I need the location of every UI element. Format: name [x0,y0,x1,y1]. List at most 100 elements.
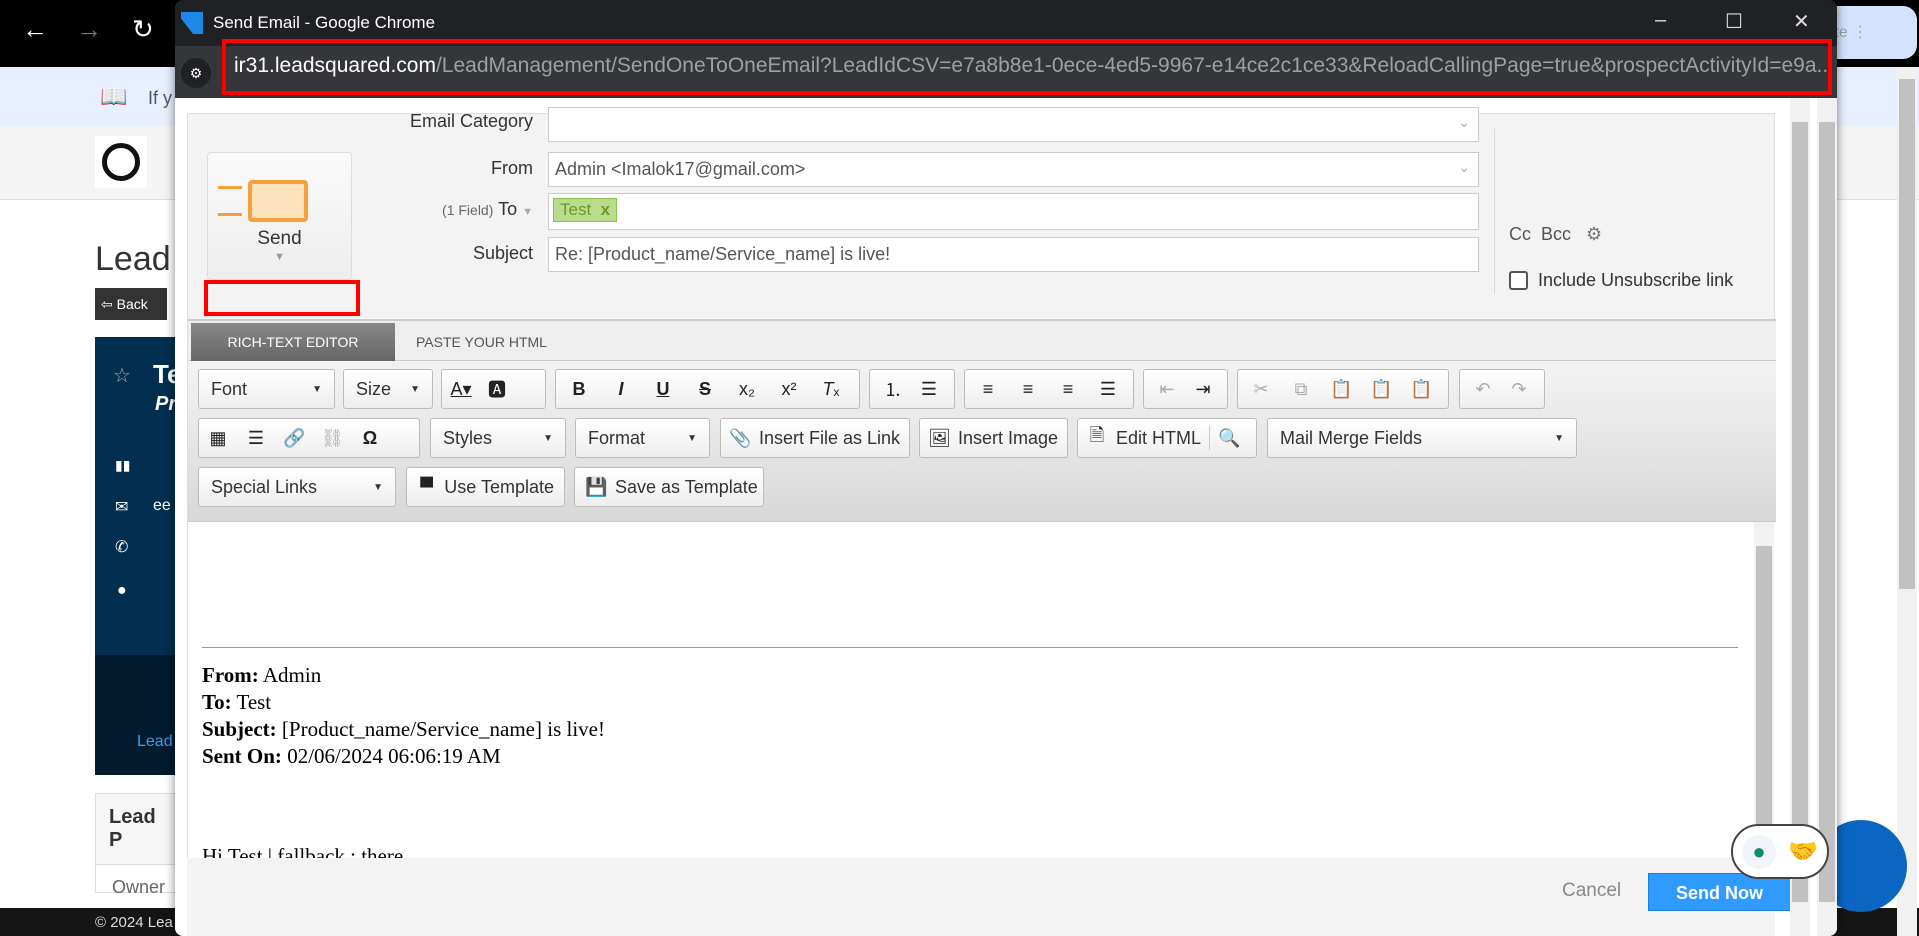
bold-icon[interactable]: B [568,379,590,400]
page-scrollbar[interactable] [1897,67,1917,936]
preview-icon[interactable]: 🔍 [1218,428,1240,449]
app-logo[interactable] [95,136,147,188]
from-label: From [491,158,533,178]
copy-icon[interactable]: ⧉ [1290,379,1312,400]
cc-link[interactable]: Cc [1509,224,1531,244]
justify-icon[interactable]: ☰ [1097,379,1119,400]
lead-email: ee [153,497,171,514]
underline-icon[interactable]: U [652,379,674,400]
italic-icon[interactable]: I [610,379,632,400]
numbered-list-icon[interactable]: ⒈ [882,376,904,402]
forward-nav-icon[interactable]: → [76,14,102,45]
editor-scrollbar[interactable] [1754,522,1774,859]
editor-tabs: RICH-TEXT EDITOR PASTE YOUR HTML [188,319,1776,361]
format-select[interactable]: Format ▼ [575,418,710,458]
email-body-editor[interactable]: From: Admin To: Test Subject: [Product_n… [188,521,1776,859]
text-color-icon[interactable]: A▾ [450,379,472,400]
paste-word-icon[interactable]: 📋 [1410,379,1432,400]
superscript-icon[interactable]: x² [778,379,800,400]
remove-format-icon[interactable]: Tₓ [820,379,842,400]
save-icon: 💾 [585,476,608,497]
subscript-icon[interactable]: x₂ [736,379,758,400]
subject-input[interactable]: Re: [Product_name/Service_name] is live! [548,237,1479,272]
handshake-icon[interactable]: 🤝 [1788,837,1818,866]
background-color-icon[interactable]: 🅰 [486,376,508,402]
align-right-icon[interactable]: ≡ [1057,379,1079,400]
styles-select[interactable]: Styles ▼ [430,418,566,458]
owner-label: Owner [112,877,166,897]
html-file-icon[interactable]: 🗎 [1086,423,1108,453]
to-value: Test [236,690,272,714]
close-icon[interactable]: ✕ [1793,9,1810,34]
align-left-icon[interactable]: ≡ [977,379,999,400]
insert-image-button[interactable]: 🖼 Insert Image [919,418,1068,458]
tab-paste-html[interactable]: PASTE YOUR HTML [416,323,547,361]
unsubscribe-label: Include Unsubscribe link [1538,270,1734,290]
link-icon[interactable]: 🔗 [283,428,305,449]
unlink-icon[interactable]: ⛓ [321,428,344,449]
insert-file-link-button[interactable]: 📎 Insert File as Link [720,418,910,458]
special-char-icon[interactable]: Ω [359,428,381,449]
divider [1494,129,1495,294]
chevron-down-icon: ⌄ [1458,159,1470,175]
size-select[interactable]: Size ▼ [343,369,433,409]
use-template-button[interactable]: ▀ Use Template [406,467,565,507]
bcc-link[interactable]: Bcc [1541,224,1571,244]
unsubscribe-checkbox[interactable] [1509,271,1528,290]
horizontal-line-icon[interactable]: ☰ [245,428,267,449]
color-group: A▾ 🅰 [441,369,546,409]
gear-icon[interactable]: ⚙ [1586,224,1602,244]
email-category-label: Email Category [409,111,533,131]
recipient-name: Test [560,200,592,219]
clipboard-group: ✂ ⧉ 📋 📋 📋 [1237,369,1449,409]
unsubscribe-option[interactable]: Include Unsubscribe link [1509,270,1733,291]
bullet-list-icon[interactable]: ☰ [918,379,940,400]
undo-icon[interactable]: ↶ [1472,379,1494,400]
edit-html-button[interactable]: Edit HTML [1116,428,1201,449]
strikethrough-icon[interactable]: S [694,379,716,400]
popup-scrollbar-outer[interactable] [1817,98,1837,936]
compose-panel: Send ▼ Email Category ⌄ From Admin <Imal… [187,107,1776,859]
indent-group: ⇤ ⇥ [1143,369,1228,409]
popup-scrollbar[interactable] [1790,98,1810,936]
paste-icon[interactable]: 📋 [1330,379,1352,400]
lead-link[interactable]: Lead [137,733,173,751]
subject-key: Subject: [202,717,277,741]
book-icon: 📖 [100,84,128,109]
chevron-down-icon: ▼ [312,383,322,395]
font-select[interactable]: Font ▼ [198,369,335,409]
redo-icon[interactable]: ↷ [1508,379,1530,400]
back-nav-icon[interactable]: ← [22,14,48,45]
chevron-down-icon: ▼ [522,206,533,218]
align-center-icon[interactable]: ≡ [1017,379,1039,400]
subject-label: Subject [472,243,533,263]
email-category-select[interactable]: ⌄ [548,107,1479,142]
indent-icon[interactable]: ⇥ [1192,379,1214,400]
cut-icon[interactable]: ✂ [1250,379,1272,400]
site-info-icon[interactable]: ⚙ [181,58,211,88]
to-field-count: (1 Field) [442,202,494,218]
outdent-icon[interactable]: ⇤ [1156,379,1178,400]
chevron-down-icon: ▼ [687,432,697,444]
to-field[interactable]: Test x [548,193,1479,230]
url-field[interactable]: ir31.leadsquared.com/LeadManagement/Send… [222,39,1832,95]
special-links-select[interactable]: Special Links ▼ [198,467,396,507]
remove-recipient-icon[interactable]: x [601,200,610,219]
minimize-icon[interactable]: – [1655,9,1666,32]
save-template-button[interactable]: 💾 Save as Template [574,467,764,507]
back-button[interactable]: ⇦ Back [95,288,167,320]
format-group: B I U Sx₂ x² Tₓ [555,369,860,409]
assistant-widget[interactable]: ● 🤝 [1731,824,1829,879]
lightbulb-icon[interactable]: ● [1742,834,1777,869]
to-label-group[interactable]: (1 Field) To ▼ [203,199,533,220]
table-icon[interactable]: ▦ [207,428,229,449]
paperclip-icon: 📎 [729,427,752,448]
star-icon[interactable]: ☆ [113,363,131,388]
cancel-button[interactable]: Cancel [1562,880,1621,902]
from-select[interactable]: Admin <Imalok17@gmail.com> ⌄ [548,152,1479,187]
paste-text-icon[interactable]: 📋 [1370,379,1392,400]
mail-merge-select[interactable]: Mail Merge Fields ▼ [1267,418,1577,458]
tab-rich-text-editor[interactable]: RICH-TEXT EDITOR [191,323,395,361]
reload-icon[interactable]: ↻ [132,14,154,45]
maximize-icon[interactable]: ☐ [1725,9,1743,34]
